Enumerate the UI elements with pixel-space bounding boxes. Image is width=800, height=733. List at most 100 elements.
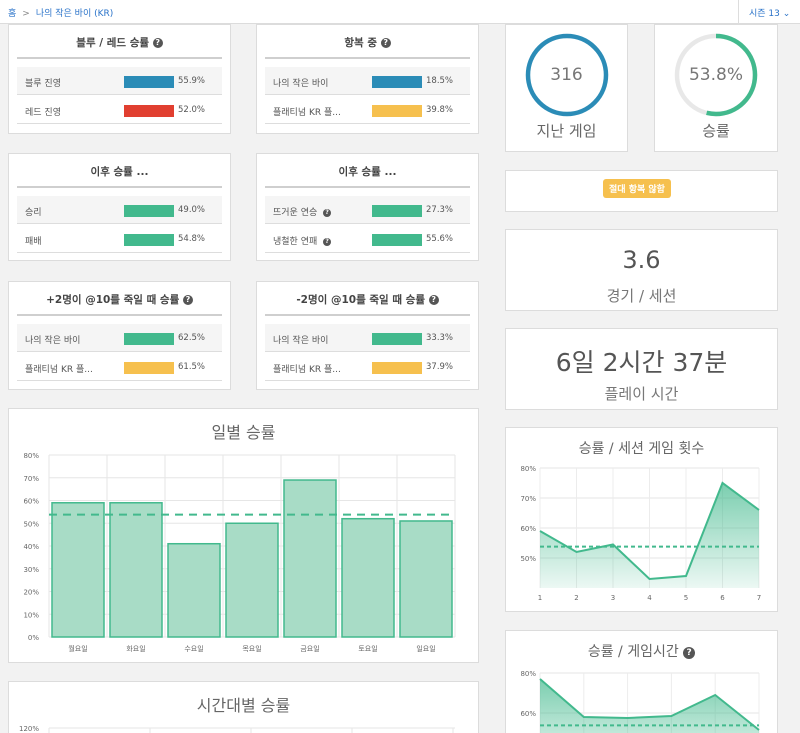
card-title-text: -2명이 @10를 죽일 때 승률 <box>296 294 426 306</box>
stat-row-value: 39.8% <box>426 105 454 115</box>
stat-row: 블루 진영 55.9% <box>17 67 222 95</box>
help-icon[interactable]: ? <box>323 238 332 246</box>
minus2-kill-card: -2명이 @10를 죽일 때 승률 ? 나의 작은 바이 33.3% 플래티넘 KR… <box>256 281 479 390</box>
bar-5 <box>341 517 395 638</box>
stat-row: 나의 작은 바이 62.5% <box>17 324 222 352</box>
y-tick-label: 30% <box>23 566 39 574</box>
help-icon[interactable]: ? <box>380 38 391 48</box>
card-title: 항복 중 ? <box>265 35 470 59</box>
session-games-card: 승률 / 세션 게임 횟수 50% 60% 70% 80% 1 2 3 4 5 6 7 <box>505 427 778 612</box>
stat-row: 플래티넘 KR 플... 37.9% <box>265 353 470 381</box>
card-title: 블루 / 레드 승률 ? <box>17 35 222 59</box>
stat-row-value: 62.5% <box>178 333 206 343</box>
games-per-session-caption: 경기 / 세션 <box>606 287 677 305</box>
winrate-card: 53.8% 승률 <box>654 24 778 152</box>
stat-row: 승리 49.0% <box>17 196 222 224</box>
stat-row: 패배 54.8% <box>17 225 222 253</box>
card-title-text: 이후 승률 ... <box>90 166 149 178</box>
bar-2 <box>167 542 221 638</box>
stat-row-label: 나의 작은 바이 <box>25 336 81 346</box>
bar-3 <box>225 522 279 638</box>
stat-row-value: 33.3% <box>426 333 454 343</box>
bar-6 <box>399 520 453 638</box>
games-per-session-card: 3.6 경기 / 세션 <box>505 229 778 311</box>
play-time-caption: 플레이 시간 <box>604 385 679 403</box>
gametime-winrate-chart: 60% 80% <box>520 670 760 733</box>
x-tick-label: 7 <box>757 594 761 602</box>
bar-1 <box>109 502 163 638</box>
stat-row-value: 61.5% <box>178 362 206 372</box>
stat-row-value: 55.6% <box>426 234 454 244</box>
stat-row-value: 52.0% <box>178 105 206 115</box>
y-tick-label: 40% <box>23 543 39 551</box>
games-caption: 지난 게임 <box>536 122 597 140</box>
stat-row-bar <box>124 362 174 374</box>
games-played-card: 316 지난 게임 <box>505 24 628 152</box>
card-title-text: 블루 / 레드 승률 <box>76 37 150 49</box>
stat-row-label: 레드 진영 <box>25 108 61 118</box>
blue-red-winrate-card: 블루 / 레드 승률 ? 블루 진영 55.9% 레드 진영 52.0% <box>8 24 231 134</box>
area-fill <box>540 679 759 733</box>
card-title: -2명이 @10를 죽일 때 승률 ? <box>265 292 470 316</box>
x-tick-label: 5 <box>684 594 688 602</box>
play-time-value: 6일 2시간 37분 <box>555 348 728 377</box>
daily-winrate-chart: 0% 10% 20% 30% 40% 50% 60% 70% 80% 월요일 화요일 수요일 목요일 금요… <box>23 452 456 653</box>
bar-0 <box>51 502 105 638</box>
x-tick-label: 화요일 <box>126 644 145 653</box>
stat-row-label: 플래티넘 KR 플... <box>25 365 93 375</box>
card-title: +2명이 @10를 죽일 때 승률 ? <box>17 292 222 316</box>
y-tick-label: 0% <box>28 634 39 642</box>
stat-row-value: 54.8% <box>178 234 206 244</box>
stat-row-bar <box>124 205 174 217</box>
x-tick-label: 3 <box>611 594 615 602</box>
y-tick-label: 70% <box>23 475 39 483</box>
stat-row: 냉철한 연패 ? 55.6% <box>265 225 470 253</box>
help-icon[interactable]: ? <box>428 295 439 305</box>
y-tick-label: 60% <box>23 498 39 506</box>
winrate-value: 53.8% <box>688 65 743 85</box>
help-icon[interactable]: ? <box>152 38 163 48</box>
breadcrumb-home-link[interactable]: 홈 <box>8 9 16 19</box>
stat-row-bar <box>124 105 174 117</box>
y-tick-label: 70% <box>520 495 536 503</box>
x-tick-label: 금요일 <box>300 644 319 653</box>
y-tick-label: 50% <box>23 520 39 528</box>
x-tick-label: 일요일 <box>416 644 435 653</box>
stat-row-bar <box>372 333 422 345</box>
winrate-caption: 승률 <box>702 122 730 140</box>
breadcrumb: 홈 > 나의 작은 바이 (KR) <box>8 6 113 19</box>
x-tick-label: 월요일 <box>68 644 87 653</box>
card-title: 이후 승률 ... <box>265 164 470 188</box>
stat-row-value: 27.3% <box>426 205 454 215</box>
badge-card: 절대 항복 않함 <box>505 170 778 212</box>
y-tick-label: 80% <box>520 670 536 678</box>
card-title-text: 항복 중 <box>344 37 377 49</box>
stat-row-label: 패배 <box>25 237 42 247</box>
x-tick-label: 목요일 <box>242 644 261 653</box>
stat-row-label: 나의 작은 바이 <box>273 336 329 346</box>
stat-row-value: 18.5% <box>426 76 454 86</box>
help-icon[interactable]: ? <box>323 209 332 217</box>
stat-row-label: 플래티넘 KR 플... <box>273 108 341 118</box>
x-tick-label: 수요일 <box>184 644 203 653</box>
season-dropdown[interactable]: 시즌 13 ⌄ <box>738 0 800 24</box>
card-title: 이후 승률 ... <box>17 164 222 188</box>
x-tick-label: 4 <box>647 594 652 602</box>
stat-row-bar <box>124 234 174 246</box>
stat-row-label: 뜨거운 연승 ? <box>273 205 332 218</box>
daily-winrate-card: 일별 승률 0% 10% 20% 30% 40% 50% 60% 70% 80% 월요일 화요일 수요… <box>8 408 479 663</box>
stat-row: 플래티넘 KR 플... 39.8% <box>265 96 470 124</box>
session-winrate-chart: 50% 60% 70% 80% 1 2 3 4 5 6 7 <box>520 465 761 602</box>
stat-row-bar <box>372 205 422 217</box>
stat-row: 레드 진영 52.0% <box>17 96 222 124</box>
breadcrumb-player-link[interactable]: 나의 작은 바이 (KR) <box>36 9 113 19</box>
card-title-text: 이후 승률 ... <box>338 166 397 178</box>
stat-row-value: 55.9% <box>178 76 206 86</box>
help-icon[interactable]: ? <box>182 295 193 305</box>
x-tick-label: 1 <box>538 594 542 602</box>
stat-row-value: 49.0% <box>178 205 206 215</box>
x-tick-label: 2 <box>574 594 578 602</box>
x-tick-label: 6 <box>720 594 725 602</box>
after-result-card: 이후 승률 ... 승리 49.0% 패배 54.8% <box>8 153 231 261</box>
stat-row: 나의 작은 바이 18.5% <box>265 67 470 95</box>
